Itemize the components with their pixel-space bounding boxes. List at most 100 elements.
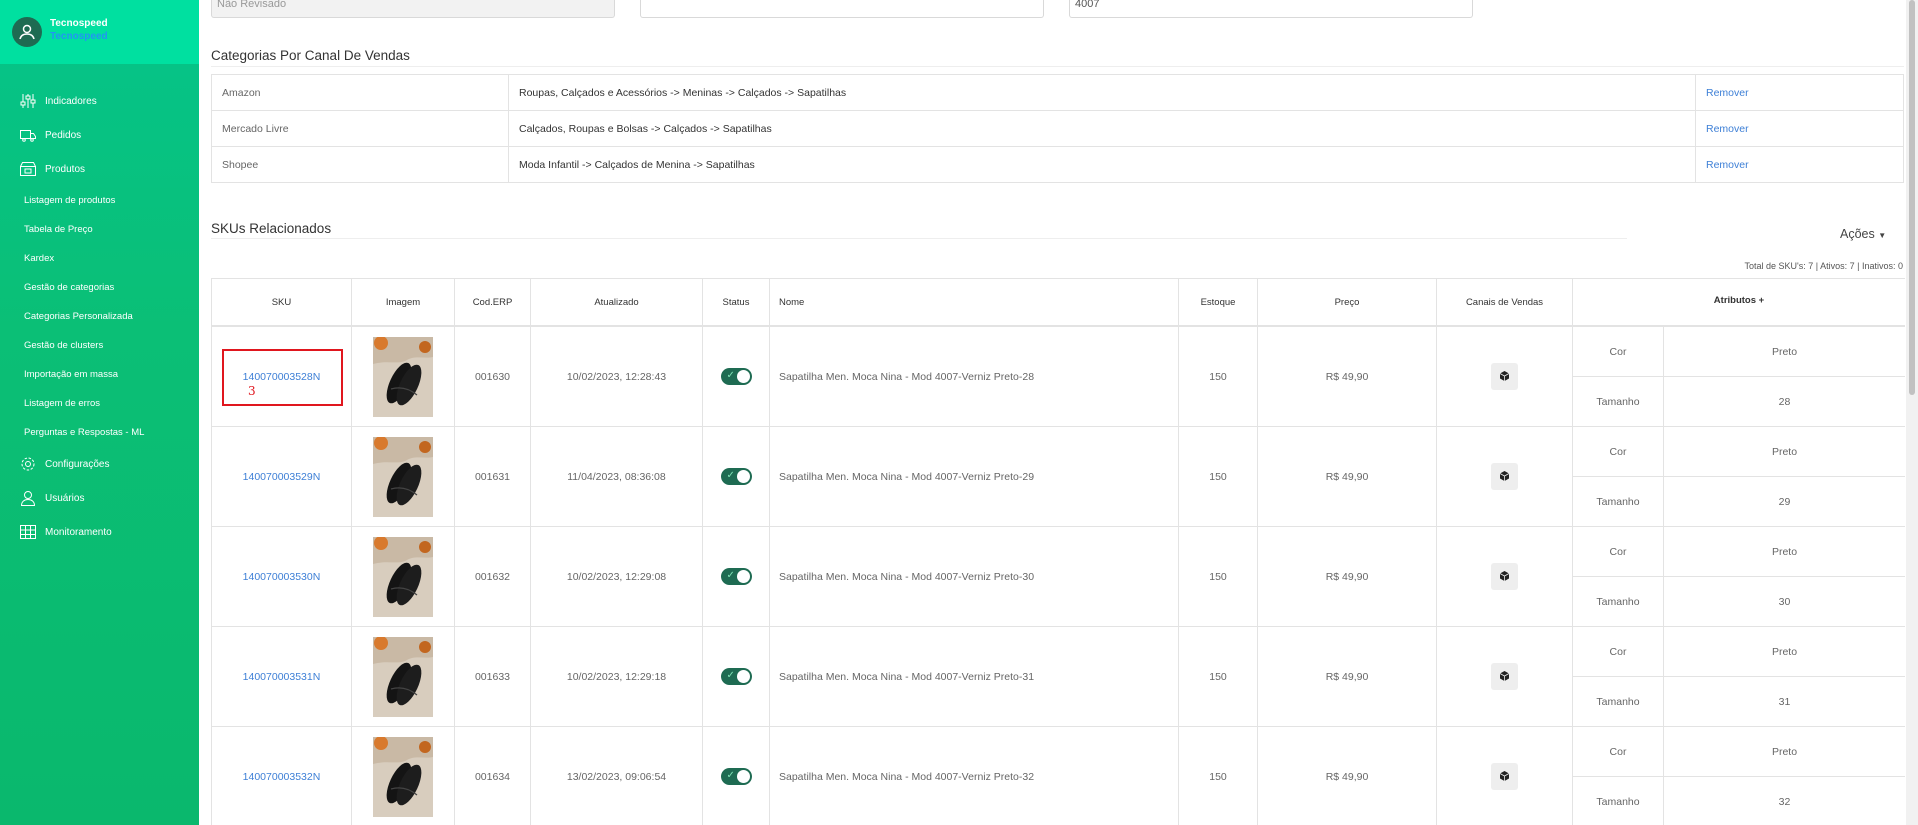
top-text-field[interactable] xyxy=(640,0,1044,18)
col-header-atributos-add[interactable]: Atributos + xyxy=(1572,278,1905,326)
remove-link[interactable]: Remover xyxy=(1695,74,1904,111)
status-toggle[interactable]: ✓ xyxy=(720,668,752,685)
channel-box-icon[interactable] xyxy=(1491,663,1518,690)
product-name: Sapatilha Men. Moca Nina - Mod 4007-Vern… xyxy=(769,426,1179,527)
attr-value-tamanho: 31 xyxy=(1663,676,1905,727)
updated-at: 11/04/2023, 08:36:08 xyxy=(530,426,703,527)
attr-label-cor: Cor xyxy=(1572,626,1664,677)
sidebar-subitem-listagem-erros[interactable]: Listagem de erros xyxy=(0,389,199,418)
product-thumbnail[interactable] xyxy=(373,436,433,517)
attr-value-tamanho: 29 xyxy=(1663,476,1905,527)
sku-link[interactable]: 140070003529N xyxy=(243,471,321,483)
channels-cell xyxy=(1436,326,1573,427)
table-row: 140070003532N 001634 13/02/2023, 09:06:54 ✓… xyxy=(211,726,1905,825)
col-header-sku[interactable]: SKU xyxy=(211,278,352,326)
col-header-atualizado[interactable]: Atualizado xyxy=(530,278,703,326)
sku-cell: 140070003531N xyxy=(211,626,352,727)
toggle-knob xyxy=(736,670,750,683)
channels-cell xyxy=(1436,526,1573,627)
sidebar-item-produtos[interactable]: Produtos xyxy=(0,152,199,186)
sidebar-item-configuracoes[interactable]: Configurações xyxy=(0,447,199,481)
sidebar-subitem-importacao-massa[interactable]: Importação em massa xyxy=(0,360,199,389)
model-field[interactable]: 4007 xyxy=(1069,0,1473,18)
check-icon: ✓ xyxy=(726,370,735,381)
skus-title: SKUs Relacionados xyxy=(211,221,332,236)
updated-at: 10/02/2023, 12:29:18 xyxy=(530,626,703,727)
revision-status-field[interactable]: Não Revisado xyxy=(211,0,615,18)
col-header-preco[interactable]: Preço xyxy=(1257,278,1437,326)
channel-box-icon[interactable] xyxy=(1491,763,1518,790)
col-header-estoque[interactable]: Estoque xyxy=(1178,278,1258,326)
status-toggle[interactable]: ✓ xyxy=(720,368,752,385)
col-header-status[interactable]: Status xyxy=(702,278,770,326)
company-name: Tecnospeed xyxy=(50,18,108,29)
channels-cell xyxy=(1436,426,1573,527)
image-cell xyxy=(351,426,455,527)
product-thumbnail[interactable] xyxy=(373,536,433,617)
sidebar-item-label: Configurações xyxy=(45,458,110,470)
channels-cell xyxy=(1436,626,1573,727)
col-header-nome[interactable]: Nome xyxy=(769,278,1179,326)
sku-link[interactable]: 140070003530N xyxy=(243,571,321,583)
truck-icon xyxy=(19,128,36,143)
actions-label: Ações xyxy=(1840,227,1875,241)
channel-box-icon[interactable] xyxy=(1491,363,1518,390)
check-icon: ✓ xyxy=(726,670,735,681)
product-thumbnail[interactable] xyxy=(373,336,433,417)
sidebar-item-monitoramento[interactable]: Monitoramento xyxy=(0,515,199,549)
sku-link[interactable]: 140070003531N xyxy=(243,671,321,683)
sidebar-item-pedidos[interactable]: Pedidos xyxy=(0,118,199,152)
remove-link[interactable]: Remover xyxy=(1695,110,1904,147)
sliders-icon xyxy=(19,94,36,109)
sku-body: 140070003528N 001630 10/02/2023, 12:28:43 ✓… xyxy=(211,326,1905,825)
channel-box-icon[interactable] xyxy=(1491,463,1518,490)
product-thumbnail[interactable] xyxy=(373,636,433,717)
attr-value-tamanho: 30 xyxy=(1663,576,1905,627)
sidebar-header: Tecnospeed Tecnospeed xyxy=(0,0,199,64)
sidebar-subitem-kardex[interactable]: Kardex xyxy=(0,244,199,273)
sidebar-subitem-perguntas-respostas[interactable]: Perguntas e Respostas - ML xyxy=(0,418,199,447)
avatar[interactable] xyxy=(12,17,42,47)
cod-erp: 001634 xyxy=(454,726,531,825)
product-name: Sapatilha Men. Moca Nina - Mod 4007-Vern… xyxy=(769,526,1179,627)
sidebar-subitem-tabela-preco[interactable]: Tabela de Preço xyxy=(0,215,199,244)
status-cell: ✓ xyxy=(702,526,770,627)
image-cell xyxy=(351,526,455,627)
user-avatar-icon xyxy=(19,24,35,40)
attr-value-tamanho: 28 xyxy=(1663,376,1905,427)
table-row: 140070003531N 001633 10/02/2023, 12:29:18 ✓… xyxy=(211,626,1905,727)
sidebar-subitem-categorias-personalizada[interactable]: Categorias Personalizada xyxy=(0,302,199,331)
price: R$ 49,90 xyxy=(1257,426,1437,527)
actions-dropdown[interactable]: Ações ▼ xyxy=(1840,227,1886,241)
sidebar-subitem-gestao-categorias[interactable]: Gestão de categorias xyxy=(0,273,199,302)
status-cell: ✓ xyxy=(702,626,770,727)
channel-box-icon[interactable] xyxy=(1491,563,1518,590)
scrollbar-thumb[interactable] xyxy=(1909,0,1915,395)
status-toggle[interactable]: ✓ xyxy=(720,568,752,585)
sidebar: Tecnospeed Tecnospeed Indicadores Pedido… xyxy=(0,0,199,825)
category-path: Calçados, Roupas e Bolsas -> Calçados ->… xyxy=(508,110,1696,147)
col-header-canais: Canais de Vendas xyxy=(1436,278,1573,326)
sidebar-subitem-gestao-clusters[interactable]: Gestão de clusters xyxy=(0,331,199,360)
sidebar-item-label: Produtos xyxy=(45,163,86,175)
col-header-imagem: Imagem xyxy=(351,278,455,326)
table-header-row: SKU Imagem Cod.ERP Atualizado Status Nom… xyxy=(211,278,1905,326)
remove-link[interactable]: Remover xyxy=(1695,146,1904,183)
attr-label-tamanho: Tamanho xyxy=(1572,476,1664,527)
status-toggle[interactable]: ✓ xyxy=(720,768,752,785)
toggle-knob xyxy=(736,370,750,383)
vertical-scrollbar[interactable] xyxy=(1906,0,1918,825)
attr-value-cor: Preto xyxy=(1663,726,1905,777)
sidebar-nav: Indicadores Pedidos Produtos Listagem de… xyxy=(0,84,199,549)
grid-icon xyxy=(19,525,36,540)
sidebar-subitem-listagem-produtos[interactable]: Listagem de produtos xyxy=(0,186,199,215)
col-header-cod-erp[interactable]: Cod.ERP xyxy=(454,278,531,326)
attr-label-cor: Cor xyxy=(1572,726,1664,777)
status-toggle[interactable]: ✓ xyxy=(720,468,752,485)
check-icon: ✓ xyxy=(726,470,735,481)
sku-link[interactable]: 140070003532N xyxy=(243,771,321,783)
sidebar-item-indicadores[interactable]: Indicadores xyxy=(0,84,199,118)
company-subtitle: Tecnospeed xyxy=(50,31,108,42)
product-thumbnail[interactable] xyxy=(373,736,433,817)
sidebar-item-usuarios[interactable]: Usuários xyxy=(0,481,199,515)
